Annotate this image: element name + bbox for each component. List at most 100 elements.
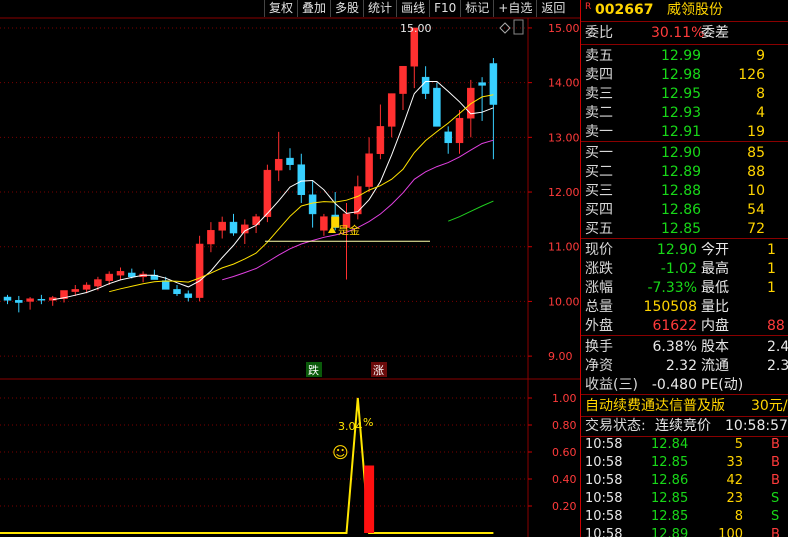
sell-level-price: 12.93	[661, 105, 702, 121]
sell-level-label: 卖一	[585, 124, 613, 140]
candle-body	[128, 272, 136, 278]
buy-level-label: 买五	[585, 221, 613, 237]
tick-row: 10:58 12.85 8 S	[581, 508, 788, 526]
toolbar-button-3[interactable]: 统计	[363, 0, 396, 17]
candle-body	[94, 279, 102, 287]
buy-level-price: 12.90	[661, 145, 702, 161]
tick-volume: 33	[726, 455, 743, 470]
sell-level-volume: 9	[756, 48, 765, 64]
trade-status-value: 连续竞价	[655, 418, 711, 434]
buy-level-row: 买一 12.90 85	[581, 143, 788, 163]
quote-panel: R 002667 威领股份 委比 30.11% 委差 卖五 12.99 9 卖四 12.…	[580, 0, 788, 537]
stat-label-2: 最高	[701, 261, 729, 277]
candle-body	[161, 280, 170, 290]
kline-chart[interactable]: 15.00 14.00 13.00 12.00 11.00 10.00 9.00 15.00 是…	[0, 0, 580, 537]
trade-status-time: 10:58:57	[725, 418, 788, 434]
sell-level-price: 12.95	[661, 86, 702, 102]
indicator-bar	[364, 465, 375, 533]
stat2-label-2: 流通	[701, 358, 729, 374]
toolbar-button-1[interactable]: 叠加	[297, 0, 330, 17]
toolbar-button-4[interactable]: 画线	[396, 0, 429, 17]
diff-label: 委差	[701, 25, 729, 41]
candle-body	[421, 76, 430, 94]
toolbar-button-2[interactable]: 多股	[330, 0, 363, 17]
smiley-icon: ☺	[332, 443, 349, 462]
promo-text: 自动续费通达信普及版	[585, 398, 725, 414]
tick-price: 12.85	[651, 509, 689, 524]
candle-body	[478, 82, 486, 86]
tick-side: S	[771, 509, 780, 524]
buy-level-price: 12.89	[661, 164, 702, 180]
price-tick-label: 13.00	[548, 131, 580, 144]
stock-code: 002667	[595, 2, 654, 18]
stat-label: 外盘	[585, 318, 613, 334]
candle-body	[184, 293, 193, 298]
buy-level-volume: 10	[747, 183, 765, 199]
price-tick-label: 14.00	[548, 77, 580, 90]
stat2-row: 净资 2.32 流通 2.3	[581, 356, 788, 376]
tick-time: 10:58	[585, 509, 623, 524]
candle-body	[82, 284, 91, 290]
candle-body	[218, 221, 226, 231]
candle-body	[207, 230, 215, 245]
stat2-value-2: 2.3	[767, 358, 788, 374]
buy-level-row: 买二 12.89 88	[581, 162, 788, 182]
buy-level-price: 12.85	[661, 221, 702, 237]
buy-level-volume: 85	[747, 145, 765, 161]
buy-level-price: 12.88	[661, 183, 702, 199]
promo-row[interactable]: 自动续费通达信普及版 30元/	[581, 396, 788, 416]
buy-level-volume: 88	[747, 164, 765, 180]
tick-volume: 23	[726, 491, 743, 506]
fall-marker-label: 跌	[308, 363, 319, 377]
buy-level-row: 买五 12.85 72	[581, 219, 788, 239]
candle-body	[241, 224, 249, 234]
tick-side: S	[771, 491, 780, 506]
stat-row: 总量 150508 量比	[581, 297, 788, 317]
tick-volume: 42	[726, 473, 743, 488]
candle-body	[376, 126, 385, 154]
tick-row: 10:58 12.86 42 B	[581, 472, 788, 490]
tick-price: 12.89	[651, 527, 689, 537]
promo-price: 30元/	[751, 398, 788, 414]
tick-price: 12.86	[651, 473, 689, 488]
stat-label-2: 最低	[701, 280, 729, 296]
rise-marker-label: 涨	[373, 364, 384, 377]
toolbar-button-8[interactable]: 返回	[536, 0, 569, 17]
order-ratio-row: 委比 30.11% 委差	[581, 23, 788, 43]
stat-label: 涨幅	[585, 280, 613, 296]
stat-value: -7.33%	[647, 280, 697, 296]
buy-level-label: 买三	[585, 183, 613, 199]
tick-side: B	[771, 455, 780, 470]
stock-name: 威领股份	[667, 2, 723, 18]
tick-time: 10:58	[585, 473, 623, 488]
stat2-row: 换手 6.38% 股本 2.4	[581, 337, 788, 357]
toolbar-button-6[interactable]: 标记	[460, 0, 493, 17]
candle-body	[489, 63, 498, 105]
high-price-annotation: 15.00	[400, 22, 432, 35]
tick-price: 12.85	[651, 455, 689, 470]
sell-level-volume: 8	[756, 86, 765, 102]
toolbar-button-0[interactable]: 复权	[264, 0, 297, 17]
toolbar-button-7[interactable]: +自选	[493, 0, 536, 17]
sell-level-label: 卖四	[585, 67, 613, 83]
candle-body	[3, 296, 12, 301]
price-tick-label: 10.00	[548, 295, 580, 308]
candle-body	[195, 243, 204, 298]
sell-level-volume: 126	[738, 67, 765, 83]
toolbar-button-5[interactable]: F10	[429, 0, 460, 17]
candle-body	[71, 289, 80, 292]
sell-level-label: 卖五	[585, 48, 613, 64]
sell-level-row: 卖三 12.95 8	[581, 84, 788, 104]
candle-body	[308, 194, 317, 215]
sell-level-price: 12.98	[661, 67, 702, 83]
buy-level-label: 买二	[585, 164, 613, 180]
stat2-value: 2.32	[665, 358, 697, 374]
sell-level-row: 卖四 12.98 126	[581, 65, 788, 85]
candle-body	[116, 271, 125, 276]
buy-level-volume: 54	[747, 202, 765, 218]
sell-level-label: 卖二	[585, 105, 613, 121]
stat-value: 61622	[652, 318, 697, 334]
ratio-value: 30.11%	[651, 25, 705, 41]
buy-level-row: 买三 12.88 10	[581, 181, 788, 201]
stat2-row: 收益(三) -0.480 PE(动)	[581, 375, 788, 395]
